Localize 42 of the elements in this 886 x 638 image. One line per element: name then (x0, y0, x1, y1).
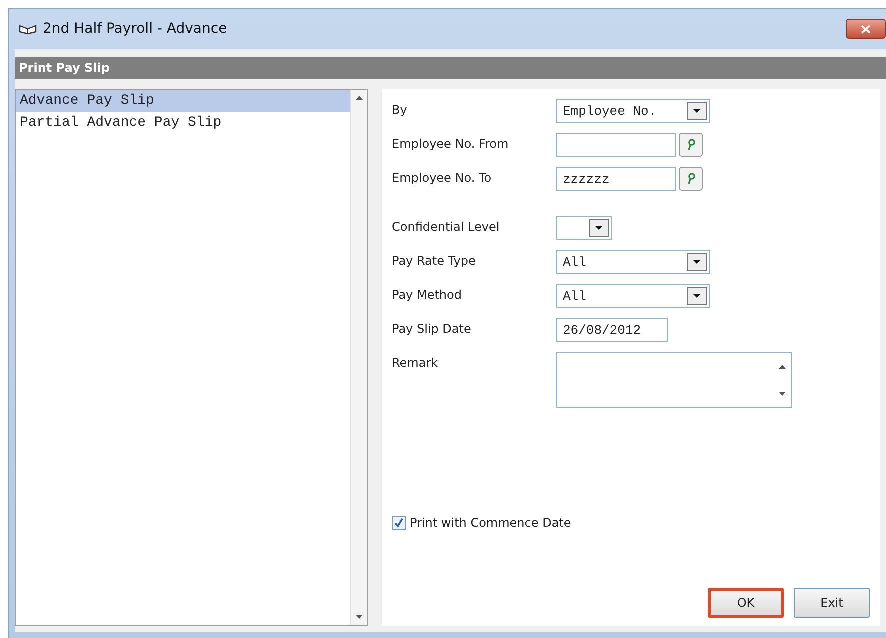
input-field[interactable]: zzzzzz (556, 167, 676, 191)
dropdown-field[interactable]: Employee No. (556, 99, 710, 123)
caret-icon (693, 260, 701, 264)
report-list-item[interactable]: Advance Pay Slip (16, 90, 350, 112)
remark-field[interactable] (556, 352, 792, 408)
ok-button[interactable]: OK (708, 588, 784, 618)
close-button[interactable] (846, 19, 886, 39)
field-label: Confidential Level (392, 219, 501, 234)
dropdown-button[interactable] (589, 219, 609, 237)
caret-icon (693, 294, 701, 298)
window-title: 2nd Half Payroll - Advance (43, 21, 228, 37)
dropdown-field[interactable] (556, 216, 612, 240)
dropdown-button[interactable] (687, 287, 707, 305)
dropdown-button[interactable] (687, 102, 707, 120)
close-icon (861, 24, 871, 34)
exit-button[interactable]: Exit (794, 588, 870, 618)
field-label: Pay Method (392, 287, 463, 302)
scroll-up-icon[interactable] (356, 96, 362, 100)
report-list-item[interactable]: Partial Advance Pay Slip (16, 112, 350, 134)
date-field[interactable]: 26/08/2012 (556, 318, 668, 342)
section-header: Print Pay Slip (15, 57, 886, 79)
field-label: Remark (392, 355, 440, 370)
input-field[interactable] (556, 133, 676, 157)
checkbox-label: Print with Commence Date (410, 516, 572, 530)
dropdown-button[interactable] (687, 253, 707, 271)
caret-icon (595, 226, 603, 230)
field-label: Employee No. From (392, 136, 510, 151)
scroll-up-icon[interactable] (778, 364, 786, 368)
scrollbar[interactable] (350, 90, 367, 625)
lookup-button[interactable] (679, 167, 703, 191)
field-label: Pay Rate Type (392, 253, 477, 268)
field-label: Employee No. To (392, 170, 493, 185)
dropdown-field[interactable]: All (556, 284, 710, 308)
scroll-down-icon[interactable] (778, 392, 786, 396)
dropdown-field[interactable]: All (556, 250, 710, 274)
lookup-button[interactable] (679, 133, 703, 157)
book-icon (19, 23, 37, 35)
caret-icon (693, 109, 701, 113)
field-label: By (392, 102, 408, 117)
scroll-down-icon[interactable] (356, 615, 362, 619)
checkbox[interactable] (392, 516, 406, 530)
field-label: Pay Slip Date (392, 321, 472, 336)
